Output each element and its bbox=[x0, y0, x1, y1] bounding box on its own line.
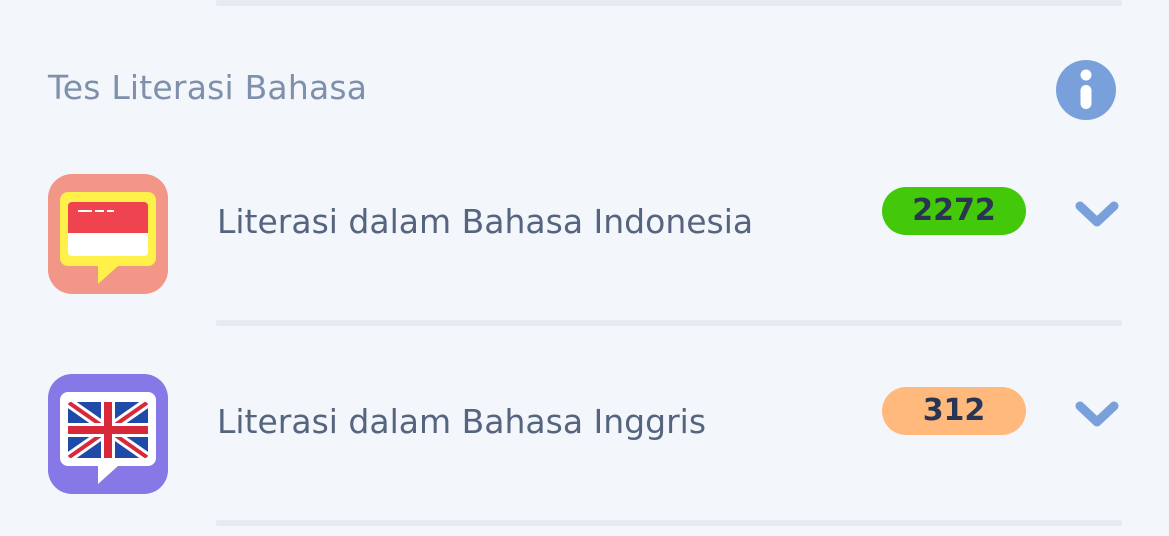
row-divider bbox=[216, 320, 1122, 326]
top-divider bbox=[216, 0, 1122, 6]
uk-flag-speech-icon bbox=[48, 374, 168, 494]
test-row-english[interactable]: Literasi dalam Bahasa Inggris 312 bbox=[0, 370, 1169, 520]
section-title: Tes Literasi Bahasa bbox=[48, 68, 368, 107]
count-badge: 2272 bbox=[882, 187, 1026, 235]
info-icon bbox=[1080, 69, 1092, 109]
indonesia-flag-speech-icon bbox=[48, 174, 168, 294]
chevron-down-icon[interactable] bbox=[1074, 198, 1120, 228]
test-label: Literasi dalam Bahasa Indonesia bbox=[217, 202, 754, 241]
count-badge: 312 bbox=[882, 387, 1026, 435]
test-row-indonesia[interactable]: Literasi dalam Bahasa Indonesia 2272 bbox=[0, 170, 1169, 320]
row-divider bbox=[216, 520, 1122, 526]
info-button[interactable] bbox=[1056, 60, 1116, 120]
chevron-down-icon[interactable] bbox=[1074, 398, 1120, 428]
test-label: Literasi dalam Bahasa Inggris bbox=[217, 402, 707, 441]
language-literacy-page: Tes Literasi Bahasa Literasi dalam Bahas… bbox=[0, 0, 1169, 536]
